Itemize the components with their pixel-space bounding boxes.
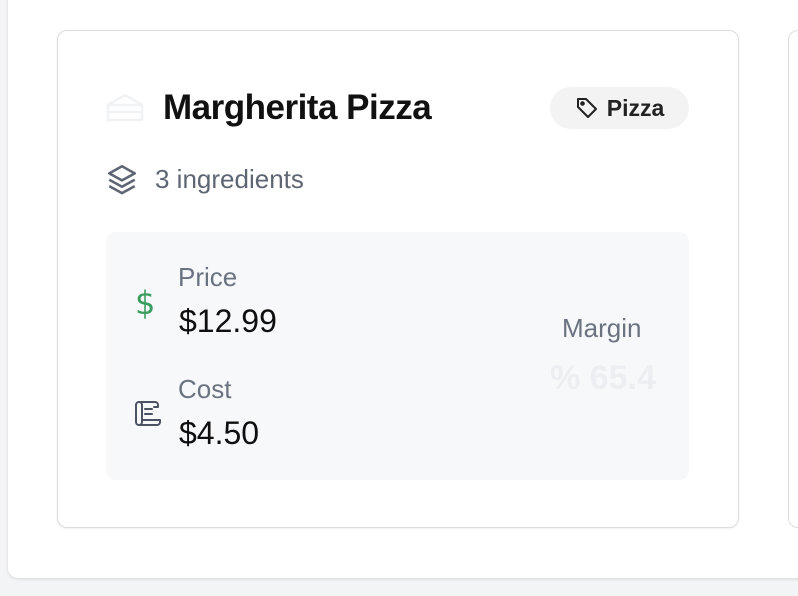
margin-label: Margin — [562, 313, 642, 343]
receipt-icon — [135, 401, 161, 426]
category-badge[interactable]: Pizza — [550, 87, 689, 129]
price-label: Price — [178, 262, 238, 292]
product-title: Margherita Pizza — [163, 88, 432, 127]
tag-icon — [576, 98, 597, 118]
ingredients-label: 3 ingredients — [155, 163, 304, 194]
cost-label: Cost — [178, 374, 232, 404]
dollar-icon: $ — [135, 284, 156, 322]
next-product-card[interactable] — [788, 30, 798, 528]
price-value: $12.99 — [179, 303, 277, 339]
ingredients-count: 3 ingredients — [105, 162, 304, 196]
margin-value: % 65.4 — [550, 359, 656, 397]
layers-icon — [107, 164, 137, 195]
category-label: Pizza — [606, 94, 665, 121]
pizza-slice-icon — [106, 93, 144, 122]
cost-value: $4.50 — [179, 415, 260, 451]
